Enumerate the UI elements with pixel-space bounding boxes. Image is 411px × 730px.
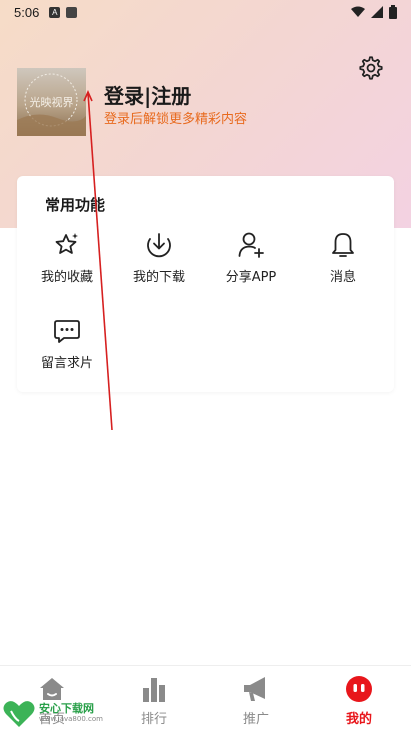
wifi-icon [351, 6, 365, 17]
watermark: 安心下载网 www.java800.com [0, 697, 108, 730]
battery-icon [389, 5, 397, 19]
share-app-button[interactable]: 分享APP [211, 230, 291, 285]
message-icon [54, 320, 80, 343]
bar-chart-icon [143, 678, 165, 702]
messages-button[interactable]: 消息 [303, 230, 383, 285]
settings-button[interactable] [356, 53, 386, 83]
share-app-label: 分享APP [225, 270, 277, 285]
star-icon [55, 233, 78, 254]
messages-label: 消息 [329, 270, 356, 285]
sim-icon [66, 6, 78, 18]
download-icon [147, 233, 171, 258]
add-user-icon [238, 232, 264, 258]
avatar-text: 光映视界 [29, 96, 74, 109]
watermark-sub: www.java800.com [39, 715, 103, 723]
nav-promote-label: 推广 [242, 712, 269, 727]
nav-mine[interactable]: 我的 [319, 674, 399, 727]
watermark-main: 安心下载网 [39, 702, 94, 715]
login-register-link[interactable]: 登录|注册 [104, 80, 191, 109]
nav-mine-label: 我的 [345, 712, 372, 727]
nav-ranking[interactable]: 排行 [114, 674, 194, 727]
nav-promote[interactable]: 推广 [216, 674, 296, 727]
signal-icon [371, 6, 383, 18]
downloads-label: 我的下载 [132, 270, 185, 285]
mine-icon [346, 676, 372, 702]
card-title: 常用功能 [45, 196, 106, 214]
common-functions-card: 常用功能 我的收藏 我的下载 分享APP 消息 留言求片 [17, 176, 394, 392]
status-bar: 5:06 A [0, 0, 411, 24]
login-subtitle: 登录后解锁更多精彩内容 [104, 112, 248, 127]
heart-logo-icon [3, 700, 35, 727]
request-movie-label: 留言求片 [40, 356, 93, 371]
favorites-button[interactable]: 我的收藏 [27, 230, 107, 285]
bell-icon [332, 233, 354, 257]
request-movie-button[interactable]: 留言求片 [27, 316, 107, 371]
downloads-button[interactable]: 我的下载 [119, 230, 199, 285]
nav-ranking-label: 排行 [140, 712, 167, 727]
a-badge-icon: A [49, 6, 61, 18]
avatar[interactable]: 光映视界 [17, 68, 86, 136]
gear-icon [359, 56, 383, 80]
megaphone-icon [244, 677, 265, 701]
favorites-label: 我的收藏 [40, 270, 93, 285]
status-time: 5:06 [14, 4, 40, 20]
